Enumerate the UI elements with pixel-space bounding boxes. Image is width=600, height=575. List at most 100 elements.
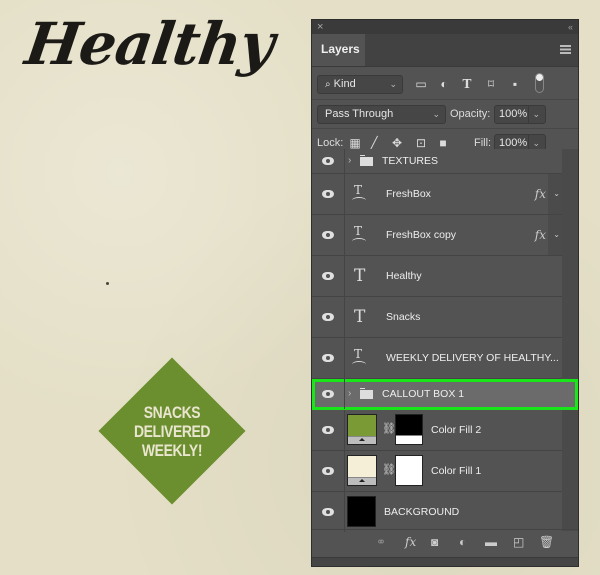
chevron-down-icon[interactable]: ⌄ — [528, 106, 540, 123]
visibility-toggle[interactable] — [312, 492, 345, 532]
folder-icon — [360, 155, 373, 166]
layer-thumbnail[interactable] — [347, 496, 376, 527]
opacity-label: Opacity: — [450, 108, 491, 120]
layer-color-fill-2[interactable]: ⛓ Color Fill 2 — [312, 410, 562, 451]
blend-mode-value: Pass Through — [325, 108, 394, 120]
image-filter-icon[interactable]: ▭ — [413, 75, 429, 94]
text-layer-icon: T — [354, 266, 366, 286]
callout-line-3: WEEKLY! — [141, 440, 203, 460]
eye-icon — [322, 426, 334, 434]
layer-name: Healthy — [386, 270, 422, 282]
kind-filter-select[interactable]: ⌕ Kind ⌄ — [317, 75, 403, 94]
link-icon[interactable]: ⛓ — [382, 463, 396, 476]
layer-snacks[interactable]: T Snacks — [312, 297, 562, 338]
layer-name: WEEKLY DELIVERY OF HEALTHY... — [386, 352, 559, 364]
blend-mode-select[interactable]: Pass Through ⌄ — [317, 105, 446, 124]
visibility-toggle[interactable] — [312, 174, 345, 214]
layer-name: CALLOUT BOX 1 — [382, 388, 465, 400]
add-mask-icon[interactable]: ◙ — [431, 535, 438, 549]
text-layer-icon: T — [354, 307, 366, 327]
visibility-toggle[interactable] — [312, 215, 345, 255]
visibility-toggle[interactable] — [312, 149, 345, 173]
smart-object-filter-icon[interactable]: ▪ — [507, 75, 523, 94]
healthy-script-title: Healthy — [21, 10, 278, 78]
new-adjustment-layer-icon[interactable]: ◐ — [459, 535, 466, 549]
chevron-right-icon[interactable]: › — [348, 149, 351, 173]
mask-thumbnail[interactable] — [395, 414, 423, 445]
opacity-input[interactable]: 100% ⌄ — [494, 105, 546, 124]
kind-label: Kind — [333, 78, 356, 90]
layer-name: Snacks — [386, 311, 421, 323]
warped-text-icon: T — [351, 224, 367, 239]
layer-callout-box-1[interactable]: › CALLOUT BOX 1 — [312, 379, 578, 410]
layer-freshbox[interactable]: T FreshBox fx ⌄ — [312, 174, 562, 215]
visibility-toggle[interactable] — [312, 338, 345, 378]
callout-text: SNACKS DELIVERED WEEKLY! — [112, 358, 232, 504]
layer-name: Color Fill 2 — [431, 424, 482, 436]
fx-icon[interactable]: fx — [535, 215, 546, 255]
eye-icon — [322, 354, 334, 362]
new-group-icon[interactable]: ▬ — [485, 535, 497, 549]
filter-toggle-icon[interactable] — [535, 73, 544, 93]
collapse-icon[interactable]: ‹‹ — [568, 20, 573, 34]
mask-thumbnail[interactable] — [395, 455, 423, 486]
panel-tab-bar: Layers — [312, 34, 578, 67]
callout-diamond: SNACKS DELIVERED WEEKLY! — [98, 357, 246, 505]
layer-freshbox-copy[interactable]: T FreshBox copy fx ⌄ — [312, 215, 562, 256]
link-layers-icon[interactable]: ⚭ — [376, 535, 386, 549]
folder-icon — [360, 388, 373, 399]
warped-text-icon: T — [351, 183, 367, 198]
search-icon: ⌕ — [325, 79, 331, 90]
tab-layers[interactable]: Layers — [312, 34, 365, 66]
layer-weekly-delivery[interactable]: T WEEKLY DELIVERY OF HEALTHY... — [312, 338, 562, 379]
eye-icon — [322, 467, 334, 475]
link-icon[interactable]: ⛓ — [382, 422, 396, 435]
visibility-toggle[interactable] — [312, 256, 345, 296]
layers-scrollbar[interactable] — [562, 149, 578, 531]
type-filter-icon[interactable]: T — [459, 75, 475, 94]
eye-icon — [322, 390, 334, 398]
layer-name: Color Fill 1 — [431, 465, 482, 477]
filter-row: ⌕ Kind ⌄ ▭ ◐ T ⌑ ▪ — [312, 71, 578, 99]
shape-filter-icon[interactable]: ⌑ — [483, 75, 499, 94]
visibility-toggle[interactable] — [312, 297, 345, 337]
layers-panel: × ‹‹ Layers ⌕ Kind ⌄ ▭ ◐ T ⌑ ▪ Pass Thro… — [311, 19, 579, 567]
visibility-toggle[interactable] — [312, 451, 345, 491]
close-icon[interactable]: × — [317, 20, 323, 34]
eye-icon — [322, 190, 334, 198]
blend-row: Pass Through ⌄ Opacity: 100% ⌄ — [312, 100, 578, 128]
layer-name: FreshBox — [386, 188, 431, 200]
layer-healthy[interactable]: T Healthy — [312, 256, 562, 297]
adjustment-filter-icon[interactable]: ◐ — [436, 75, 452, 94]
chevron-down-icon[interactable]: ⌄ — [553, 174, 560, 214]
layer-name: TEXTURES — [382, 155, 439, 167]
visibility-toggle[interactable] — [312, 410, 345, 450]
eye-icon — [322, 157, 334, 165]
fill-value: 100% — [499, 137, 528, 149]
add-layer-style-icon[interactable]: fx — [405, 535, 416, 549]
chevron-down-icon: ⌄ — [389, 79, 397, 89]
layer-background[interactable]: BACKGROUND — [312, 492, 562, 532]
panel-footer: ⚭ fx ◙ ◐ ▬ ◰ 🗑 — [312, 529, 578, 556]
callout-line-1: SNACKS — [143, 402, 201, 422]
layer-textures[interactable]: › TEXTURES — [312, 149, 562, 174]
layer-color-fill-1[interactable]: ⛓ Color Fill 1 — [312, 451, 562, 492]
fx-icon[interactable]: fx — [535, 174, 546, 214]
panel-resize-handle[interactable] — [312, 557, 578, 566]
panel-title-bar: × ‹‹ — [312, 20, 578, 34]
canvas-speck — [106, 282, 109, 285]
visibility-toggle[interactable] — [312, 379, 345, 409]
chevron-down-icon: ⌄ — [432, 109, 440, 119]
eye-icon — [322, 272, 334, 280]
eye-icon — [322, 508, 334, 516]
warped-text-icon: T — [351, 347, 367, 362]
delete-layer-icon[interactable]: 🗑 — [539, 535, 554, 549]
new-layer-icon[interactable]: ◰ — [513, 535, 524, 549]
fill-thumbnail[interactable] — [347, 455, 377, 486]
chevron-right-icon[interactable]: › — [348, 379, 351, 409]
panel-menu-icon[interactable] — [560, 45, 571, 54]
eye-icon — [322, 313, 334, 321]
chevron-down-icon[interactable]: ⌄ — [553, 215, 560, 255]
fill-thumbnail[interactable] — [347, 414, 377, 445]
callout-line-2: DELIVERED — [133, 421, 211, 441]
